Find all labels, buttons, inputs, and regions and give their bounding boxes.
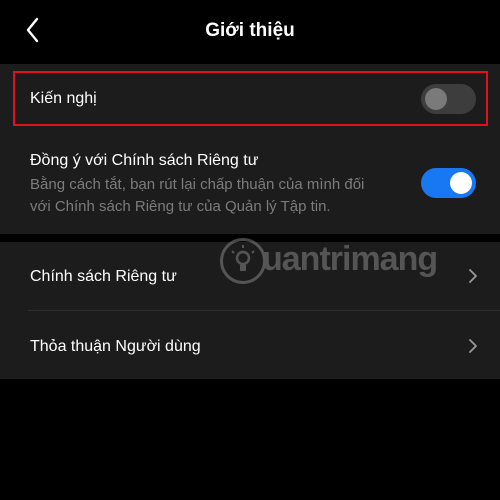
toggle-knob: [450, 172, 472, 194]
divider: [28, 310, 500, 311]
user-agreement-label: Thỏa thuận Người dùng: [30, 338, 201, 355]
page-title: Giới thiệu: [205, 20, 295, 41]
chevron-right-icon: [469, 339, 477, 353]
privacy-consent-description-line1: Bằng cách tắt, bạn rút lại chấp thuận củ…: [30, 176, 365, 193]
privacy-consent-toggle[interactable]: [421, 168, 476, 198]
recommend-label: Kiến nghị: [30, 90, 97, 107]
privacy-policy-link[interactable]: Chính sách Riêng tư: [0, 242, 500, 310]
chevron-right-icon: [469, 269, 477, 283]
privacy-policy-label: Chính sách Riêng tư: [30, 268, 177, 285]
toggle-knob: [425, 88, 447, 110]
privacy-consent-label: Đồng ý với Chính sách Riêng tư: [30, 152, 259, 169]
back-button[interactable]: [18, 14, 50, 46]
recommend-toggle[interactable]: [421, 84, 476, 114]
user-agreement-link[interactable]: Thỏa thuận Người dùng: [0, 312, 500, 380]
chevron-left-icon: [26, 17, 39, 43]
privacy-consent-description-line2: với Chính sách Riêng tư của Quản lý Tập …: [30, 198, 331, 215]
top-bar: Giới thiệu: [0, 0, 500, 62]
